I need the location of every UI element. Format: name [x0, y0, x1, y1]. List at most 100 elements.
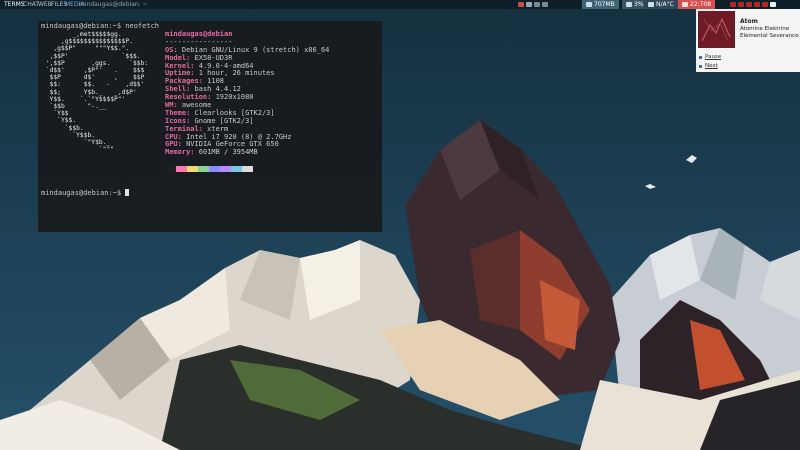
logo-line: ,g$$P" """Y$$.". — [42, 45, 130, 53]
info-value: 4.9.0-4-amd64 — [198, 61, 254, 70]
color-swatch — [165, 166, 176, 172]
info-value: Gnome [GTK2/3] — [194, 116, 254, 125]
logo-line: ,g$$$$$$$$$$$$$$$P. — [42, 38, 133, 46]
music-player-widget: Atom Atomine Elektrine Elemental Severan… — [696, 9, 800, 72]
color-swatch — [220, 166, 231, 172]
info-label: Model — [165, 53, 187, 62]
window-title: mindaugas@debian: ~ — [79, 1, 148, 8]
indicator-icon[interactable] — [754, 2, 760, 7]
cpu-icon — [626, 2, 632, 7]
info-label: Resolution — [165, 93, 208, 102]
indicator-icon[interactable] — [738, 2, 744, 7]
info-colon: : — [186, 116, 195, 125]
info-label: CPU — [165, 132, 178, 141]
color-swatch — [187, 166, 198, 172]
color-swatch — [176, 166, 187, 172]
info-label: Shell — [165, 85, 187, 94]
track-artist: Atomine Elektrine — [740, 26, 790, 32]
memory-widget: 707MB — [582, 0, 619, 9]
color-swatch — [231, 166, 242, 172]
logo-line: $$: $$. - ,d$$' — [42, 81, 145, 89]
pause-button[interactable]: Pause — [699, 54, 721, 60]
text-cursor — [125, 189, 130, 196]
info-label: Theme — [165, 108, 187, 117]
clock-widget[interactable]: 22:708 — [678, 0, 716, 9]
info-label: GPU — [165, 140, 178, 149]
info-colon: : — [190, 148, 199, 157]
color-swatch — [242, 166, 253, 172]
prompt-text: mindaugas@debian:~$ — [41, 189, 122, 197]
info-colon: : — [207, 93, 216, 102]
system-info: mindaugas@debian ---------------- OS: De… — [165, 30, 330, 157]
next-icon — [699, 64, 702, 68]
layout-icon[interactable] — [770, 2, 776, 7]
logo-line: Y$$. `.`"Y$$$$P"' — [42, 95, 126, 103]
info-value: 1 hour, 26 minutes — [198, 69, 275, 78]
layout-indicators — [730, 0, 776, 9]
thermometer-icon — [648, 2, 654, 7]
shell-prompt[interactable]: mindaugas@debian:~$ — [41, 189, 130, 198]
info-value: Debian GNU/Linux 9 (stretch) x86_64 — [181, 45, 330, 54]
volume-icon[interactable] — [534, 2, 540, 7]
flag-icon[interactable] — [518, 2, 524, 7]
info-label: Uptime — [165, 69, 191, 78]
info-colon: : — [190, 61, 199, 70]
color-swatches — [165, 166, 253, 172]
info-colon: : — [198, 124, 208, 133]
info-label: Terminal — [165, 124, 199, 133]
info-colon: : — [190, 69, 199, 78]
info-value: bash 4.4.12 — [194, 85, 241, 94]
color-swatch — [198, 166, 209, 172]
logo-line: $$P d$' , $$P — [42, 74, 145, 82]
info-colon: : — [173, 45, 182, 54]
info-colon: : — [198, 77, 208, 86]
info-colon: : — [186, 108, 195, 117]
next-label: Next — [705, 63, 718, 69]
terminal-window[interactable]: mindaugas@debian:~$ neofetch _,met$$$$$g… — [38, 21, 382, 232]
info-label: Packages — [165, 77, 199, 86]
info-rows: OS: Debian GNU/Linux 9 (stretch) x86_64 M… — [165, 45, 330, 157]
next-button[interactable]: Next — [699, 63, 718, 69]
info-label: Memory — [165, 148, 191, 157]
logo-line: `Y$$. — [42, 117, 77, 125]
logo-line: `""" — [42, 146, 115, 154]
info-label: Icons — [165, 116, 187, 125]
system-tray — [518, 0, 548, 9]
logo-line: `$$b. — [42, 124, 84, 132]
color-swatch — [209, 166, 220, 172]
memory-icon — [586, 2, 592, 7]
album-cover — [698, 11, 735, 48]
top-panel: TERMS CHAT WEB FILES MEDIA mindaugas@deb… — [0, 0, 800, 9]
info-value: 1108 — [207, 77, 225, 86]
pause-label: Pause — [705, 54, 722, 60]
temp-value: N/A°C — [656, 1, 674, 8]
info-value: 1920x1080 — [215, 93, 254, 102]
info-value: awesome — [181, 101, 212, 110]
indicator-icon[interactable] — [762, 2, 768, 7]
info-value: 601MB / 3954MB — [198, 148, 258, 157]
info-value: EX58-UD3R — [194, 53, 233, 62]
info-colon: : — [186, 85, 195, 94]
indicator-icon[interactable] — [746, 2, 752, 7]
logo-line: `Y$$b. — [42, 131, 96, 139]
pause-icon — [699, 55, 702, 59]
clock-value: 22:708 — [690, 1, 712, 8]
info-label: Kernel — [165, 61, 191, 70]
info-value: NVIDIA GeForce GTX 650 — [186, 140, 279, 149]
logo-line: _,met$$$$$gg. — [42, 31, 122, 38]
info-colon: : — [173, 101, 182, 110]
cpu-value: 3% — [634, 1, 644, 8]
temp-widget: N/A°C — [644, 0, 678, 9]
info-row: Memory: 601MB / 3954MB — [165, 148, 329, 157]
debian-logo-ascii: _,met$$$$$gg. ,g$$$$$$$$$$$$$$$P. ,g$$P"… — [42, 31, 148, 153]
network-icon[interactable] — [526, 2, 532, 7]
track-title: Atom — [740, 18, 758, 25]
info-value: Clearlooks [GTK2/3] — [194, 108, 275, 117]
logo-line: ',$$P ,ggs. `$$b: — [42, 59, 149, 67]
clock-icon — [682, 2, 688, 7]
indicator-icon[interactable] — [730, 2, 736, 7]
info-value: xterm — [207, 124, 229, 133]
logo-line: `d$$' ,$P"' . $$$ — [42, 67, 145, 75]
logo-line: ,$$P' `$$$. — [42, 52, 141, 60]
keyboard-icon[interactable] — [542, 2, 548, 7]
